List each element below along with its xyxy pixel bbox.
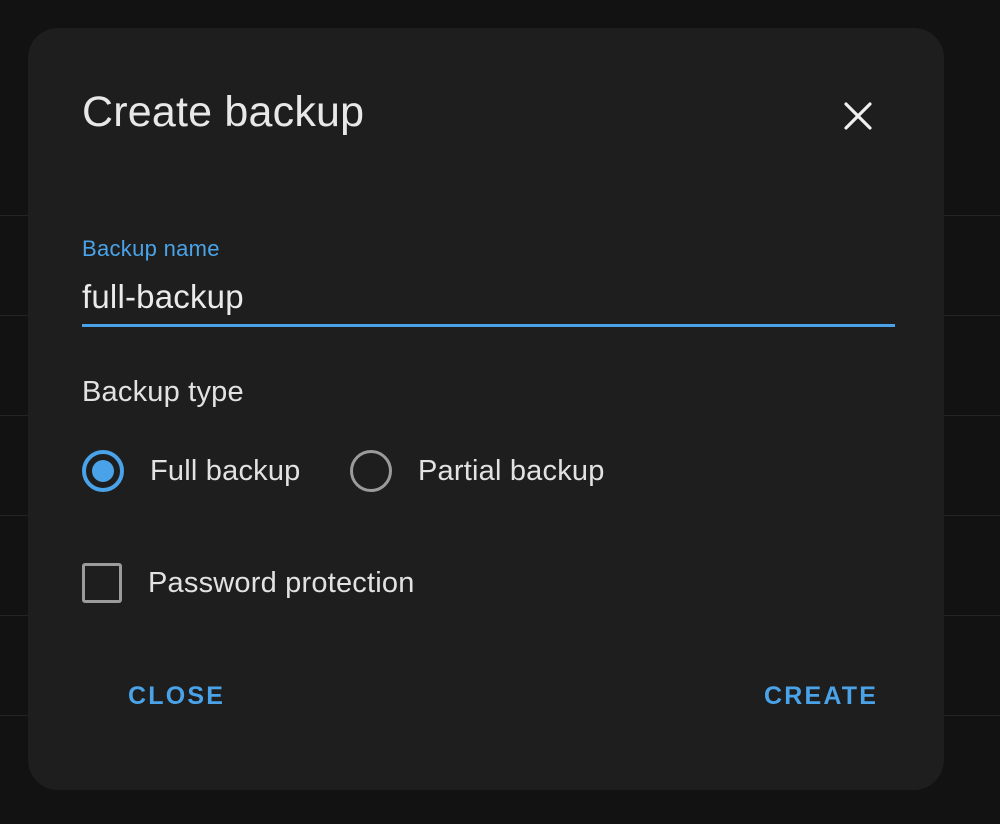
radio-unselected-icon: [350, 450, 392, 492]
create-backup-dialog: Create backup Backup name Backup type Fu…: [28, 28, 944, 790]
close-button[interactable]: CLOSE: [128, 672, 225, 720]
radio-option-full-backup[interactable]: Full backup: [82, 443, 301, 499]
radio-option-partial-backup[interactable]: Partial backup: [350, 443, 605, 499]
backup-type-heading: Backup type: [82, 376, 244, 408]
backup-name-input[interactable]: [82, 273, 895, 321]
password-protection-label: Password protection: [148, 566, 415, 599]
radio-selected-icon: [82, 450, 124, 492]
radio-label-partial-backup: Partial backup: [418, 454, 605, 487]
backup-name-underline: [82, 324, 895, 327]
backup-name-label: Backup name: [82, 236, 220, 261]
close-icon-button[interactable]: [830, 88, 886, 144]
dialog-header: Create backup: [28, 28, 944, 168]
create-button[interactable]: CREATE: [764, 672, 878, 720]
dialog-title: Create backup: [82, 88, 365, 136]
checkbox-unchecked-icon: [82, 563, 122, 603]
radio-label-full-backup: Full backup: [150, 454, 301, 487]
close-icon: [841, 99, 875, 133]
password-protection-checkbox-row[interactable]: Password protection: [82, 556, 415, 610]
